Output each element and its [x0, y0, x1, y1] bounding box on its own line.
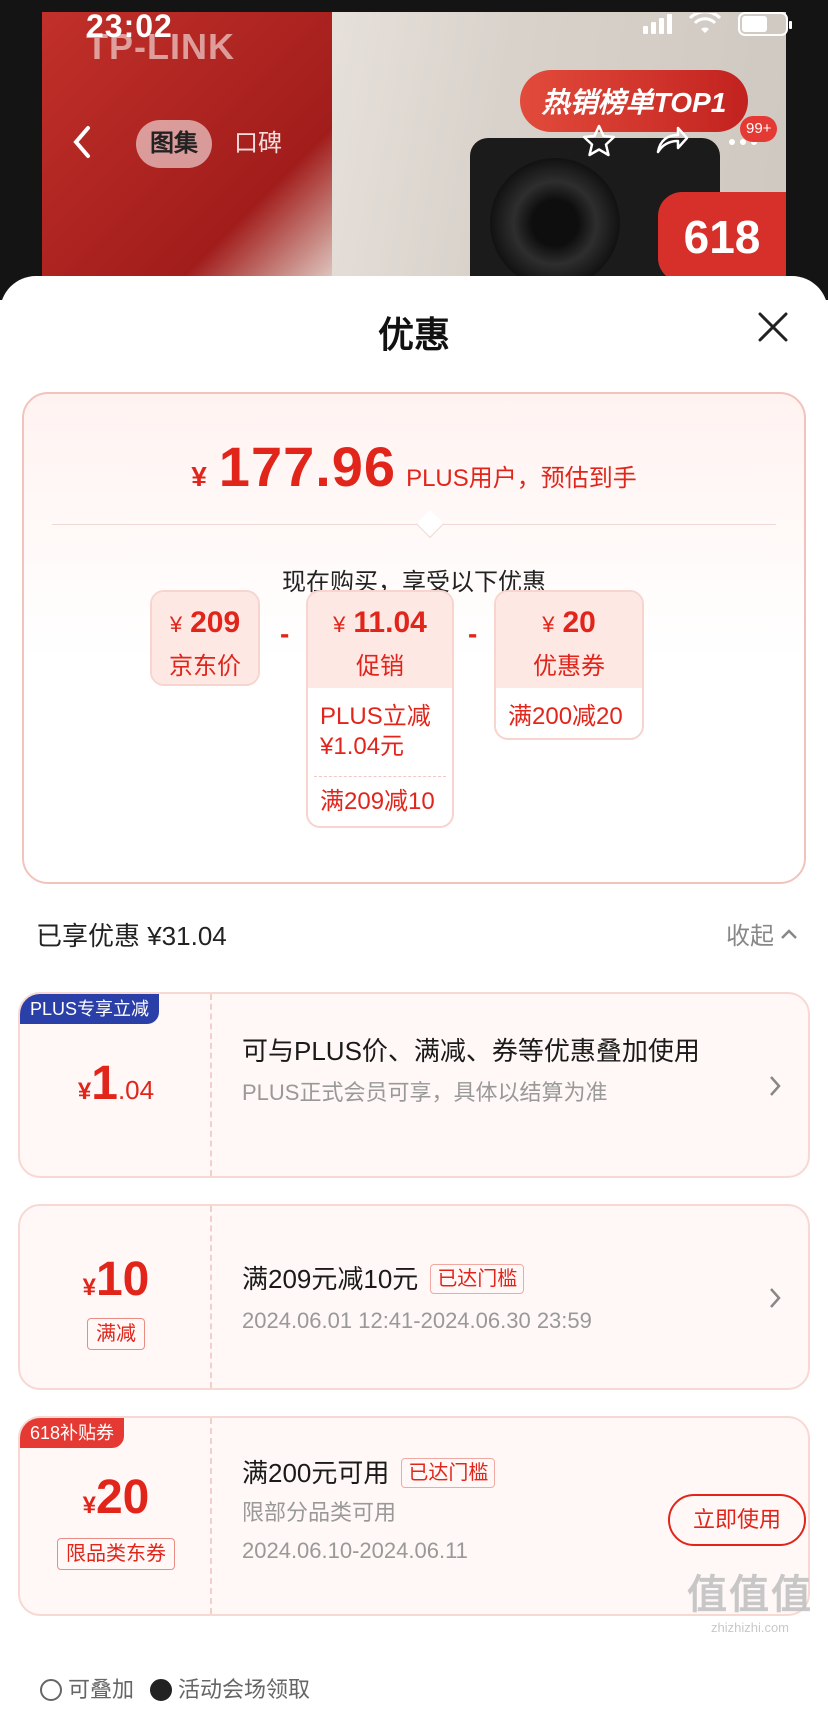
amount-int: 20 — [95, 1471, 150, 1524]
ticket-icon — [150, 1679, 173, 1701]
stackable-label: 可叠加 — [68, 1677, 135, 1702]
card-title: 满209元减10元 — [242, 1264, 419, 1294]
close-icon[interactable] — [756, 310, 790, 344]
chip-value: 11.04 — [353, 606, 427, 639]
card-validity: 2024.06.01 12:41-2024.06.30 23:59 — [242, 1308, 592, 1333]
signal-icon — [643, 14, 672, 34]
watermark-logo: 值值值 — [687, 1573, 813, 1617]
price-summary: ¥ 177.96 PLUS用户，预估到手 现在购买，享受以下优惠 ¥209 京东… — [22, 392, 806, 884]
jd-price-chip: ¥209 京东价 — [150, 590, 260, 686]
card-title-row: 满200元可用 已达门槛 — [242, 1456, 658, 1490]
chevron-up-icon — [781, 928, 797, 939]
price-currency: ¥ — [191, 461, 207, 492]
minus-sign: - — [468, 618, 478, 649]
full-reduction-card[interactable]: ¥10 满减 满209元减10元 已达门槛 2024.06.01 12:41-20… — [18, 1204, 810, 1390]
watermark-url: zhizhizhi.com — [710, 1620, 790, 1635]
enjoyed-discount-total: 已享优惠 ¥31.04 — [36, 921, 227, 951]
chip-currency: ¥ — [333, 612, 346, 637]
card-subtitle: 限部分品类可用 — [242, 1500, 397, 1525]
back-button[interactable] — [70, 124, 110, 164]
sheet-title: 优惠 — [377, 314, 450, 355]
coupon-detail: 满200减20 — [508, 703, 623, 730]
tab-gallery[interactable]: 图集 — [136, 120, 212, 168]
divider — [52, 524, 776, 525]
plus-discount-card[interactable]: PLUS专享立减 ¥1.04 可与PLUS价、满减、券等优惠叠加使用 PLUS正… — [18, 992, 810, 1178]
coupon-type-chip: 限品类东券 — [57, 1538, 175, 1570]
card-title: 可与PLUS价、满减、券等优惠叠加使用 — [242, 1036, 700, 1066]
price-value: 177.96 — [218, 435, 397, 498]
chip-label: 京东价 — [169, 653, 241, 680]
share-icon[interactable] — [652, 122, 690, 160]
status-bar: 23:02 — [0, 0, 828, 52]
price-note: PLUS用户，预估到手 — [406, 465, 637, 492]
full-reduction-detail: 满209减10 — [320, 788, 435, 815]
discount-sheet: 优惠 ¥ 177.96 PLUS用户，预估到手 现在购买，享受以下优惠 ¥209… — [0, 276, 828, 1718]
chip-value: 209 — [190, 606, 241, 639]
coupon-footer: 可叠加 活动会场领取 — [40, 1672, 310, 1704]
card-body: 满209元减10元 已达门槛 2024.06.01 12:41-2024.06.3… — [242, 1262, 748, 1336]
amount-decimal: .04 — [117, 1075, 155, 1105]
chip-currency: ¥ — [542, 612, 555, 637]
card-validity: 2024.06.10-2024.06.11 — [242, 1538, 468, 1563]
tab-reviews[interactable]: 口碑 — [220, 120, 296, 168]
star-icon[interactable] — [580, 122, 618, 160]
chevron-right-icon — [770, 1288, 781, 1308]
use-now-button[interactable]: 立即使用 — [668, 1494, 806, 1546]
divider-notch — [415, 509, 445, 539]
estimated-price: ¥ 177.96 PLUS用户，预估到手 — [24, 434, 804, 499]
chip-currency: ¥ — [169, 612, 183, 637]
top-actions — [580, 122, 762, 160]
subsidy-coupon-tag: 618补贴券 — [20, 1418, 125, 1448]
chip-value: 20 — [562, 606, 596, 639]
discount-amount: ¥10 — [82, 1253, 150, 1306]
coupon-chip: ¥20 优惠券 满200减20 — [494, 590, 644, 740]
site-watermark: 值值值 zhizhizhi.com — [680, 1562, 820, 1635]
status-icons — [643, 12, 792, 36]
message-badge: 99+ — [740, 116, 778, 142]
status-time: 23:02 — [86, 8, 173, 44]
amount-int: 1 — [91, 1057, 118, 1110]
venue-label: 活动会场领取 — [178, 1677, 311, 1702]
promotion-chip: ¥11.04 促销 PLUS立减 ¥1.04元 满209减10 — [306, 590, 454, 828]
card-body: 可与PLUS价、满减、券等优惠叠加使用 PLUS正式会员可享，具体以结算为准 — [242, 1034, 748, 1108]
chip-label: 促销 — [356, 653, 404, 680]
collapse-button[interactable]: 收起 — [726, 916, 798, 951]
venue-label-wrap: 活动会场领取 — [150, 1672, 310, 1704]
promo-618-badge: 618 — [658, 192, 786, 282]
collapse-label: 收起 — [726, 923, 774, 950]
discount-amount: ¥1.04 — [77, 1057, 155, 1110]
battery-icon — [738, 12, 792, 36]
banner-tabs: 图集 口碑 — [136, 120, 296, 168]
card-title-row: 满209元减10元 已达门槛 — [242, 1262, 748, 1296]
threshold-met-badge: 已达门槛 — [401, 1458, 496, 1488]
plus-discount-detail: PLUS立减 ¥1.04元 — [320, 703, 431, 760]
wifi-icon — [688, 13, 722, 33]
stack-icon — [40, 1679, 62, 1701]
amount-int: 10 — [95, 1253, 150, 1306]
threshold-met-badge: 已达门槛 — [430, 1264, 525, 1294]
full-reduction-type-chip: 满减 — [87, 1318, 145, 1350]
card-body: 满200元可用 已达门槛 限部分品类可用 2024.06.10-2024.06.1… — [242, 1456, 658, 1566]
chevron-right-icon — [770, 1076, 781, 1096]
camera-lens — [490, 158, 620, 288]
chip-label: 优惠券 — [533, 653, 605, 680]
minus-sign: - — [280, 618, 290, 649]
card-subtitle: PLUS正式会员可享，具体以结算为准 — [242, 1080, 608, 1105]
chevron-left-icon — [73, 126, 90, 158]
stackable-label-wrap: 可叠加 — [40, 1672, 134, 1704]
card-title: 满200元可用 — [242, 1458, 390, 1488]
plus-exclusive-tag: PLUS专享立减 — [20, 994, 160, 1024]
discount-amount: ¥20 — [82, 1471, 150, 1524]
